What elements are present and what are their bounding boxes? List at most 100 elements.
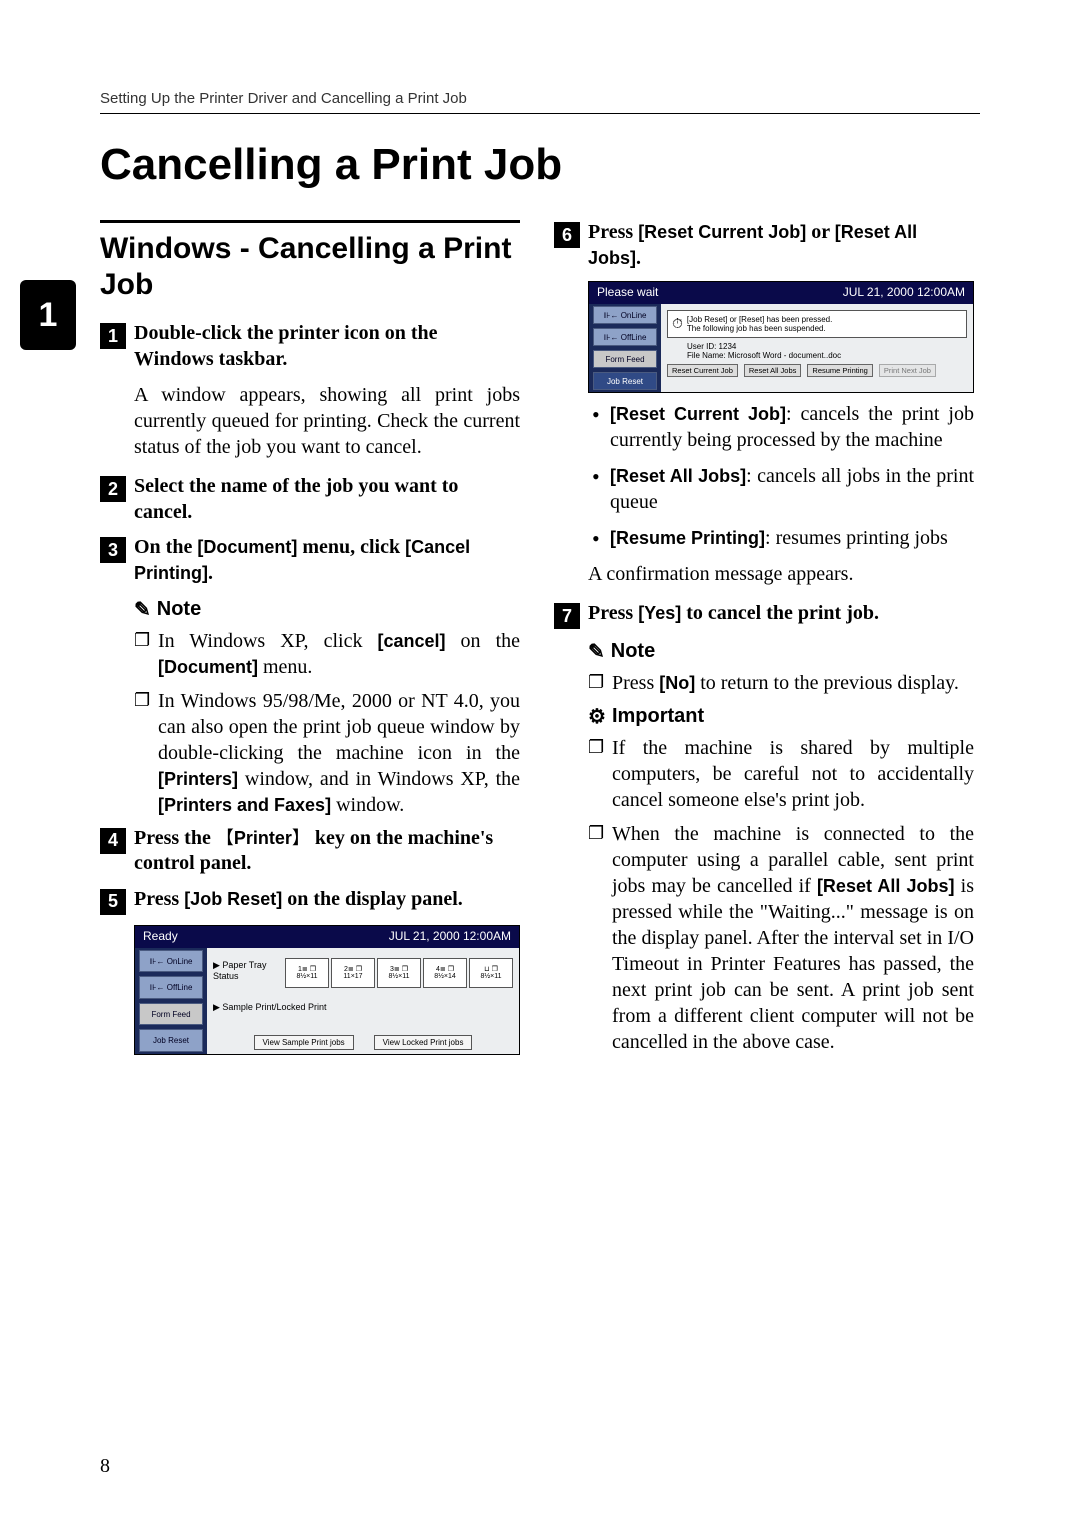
text: is pressed while the "Waiting..." messag… xyxy=(612,875,974,1053)
screenshot-print-next: Print Next Job xyxy=(879,364,936,377)
text: 8½×14 xyxy=(434,973,456,980)
page-number: 8 xyxy=(100,1455,110,1478)
screenshot-trays: 1≣ ❐8½×11 2≣ ❐11×17 3≣ ❐8½×11 4≣ ❐8½×14 … xyxy=(285,958,513,988)
ui-resume-printing: [Resume Printing] xyxy=(610,528,765,548)
ui-cancel: [cancel] xyxy=(377,631,445,651)
ui-reset-all: [Reset All Jobs] xyxy=(610,466,746,486)
ui-reset-current: [Reset Current Job] xyxy=(638,222,806,242)
step-6: 6 Press [Reset Current Job] or [Reset Al… xyxy=(554,220,974,271)
step-number-icon: 2 xyxy=(100,476,126,502)
important-heading: Important xyxy=(588,704,974,729)
ui-no: [No] xyxy=(659,673,695,693)
section-rule xyxy=(100,220,520,223)
ui-job-reset: [Job Reset] xyxy=(184,889,282,909)
screenshot-btn-jobreset: Job Reset xyxy=(139,1029,203,1052)
screenshot-view-sample: View Sample Print jobs xyxy=(254,1035,354,1050)
step-2: 2 Select the name of the job you want to… xyxy=(100,474,520,525)
pencil-icon xyxy=(134,597,151,622)
screenshot-body: ⊪← OnLine ⊪← OffLine Form Feed Job Reset… xyxy=(589,304,973,392)
screenshot-btn-offline: ⊪← OffLine xyxy=(139,976,203,999)
alert-icon: ⏱ xyxy=(672,315,683,332)
text: : resumes printing jobs xyxy=(765,527,948,549)
text: 8½×11 xyxy=(388,973,409,980)
step-4: 4 Press the 【Printer】 key on the machine… xyxy=(100,826,520,877)
step-5: 5 Press [Job Reset] on the display panel… xyxy=(100,887,520,915)
note-list: In Windows XP, click [cancel] on the [Do… xyxy=(134,628,520,818)
screenshot-dialog: ⏱ [Job Reset] or [Reset] has been presse… xyxy=(667,310,967,338)
text: window, and in Windows XP, the xyxy=(238,768,520,790)
step-number-icon: 5 xyxy=(100,889,126,915)
text: or xyxy=(806,221,835,243)
text: Press xyxy=(612,672,659,694)
screenshot-btn-online: ⊪← OnLine xyxy=(139,950,203,973)
text: 2≣ ❐ xyxy=(344,965,362,973)
bullet-resume: [Resume Printing]: resumes printing jobs xyxy=(588,525,974,551)
key-printer: Printer xyxy=(234,828,292,848)
tray-4: 4≣ ❐8½×14 xyxy=(423,958,467,988)
note-heading: Note xyxy=(134,597,520,622)
step-7: 7 Press [Yes] to cancel the print job. xyxy=(554,601,974,629)
tray-bypass: ⊔ ❐8½×11 xyxy=(469,958,513,988)
note-item-2: In Windows 95/98/Me, 2000 or NT 4.0, you… xyxy=(134,688,520,818)
text: on the display panel. xyxy=(282,888,463,910)
text: . xyxy=(636,247,641,269)
reset-options-list: [Reset Current Job]: cancels the print j… xyxy=(588,401,974,551)
screenshot-reset-all: Reset All Jobs xyxy=(744,364,802,377)
page-title: Cancelling a Print Job xyxy=(100,140,980,190)
right-column: 6 Press [Reset Current Job] or [Reset Al… xyxy=(554,220,974,1063)
key-bracket-close: 】 xyxy=(292,828,310,848)
screenshot-btn-offline: ⊪← OffLine xyxy=(593,328,657,346)
screenshot-btn-formfeed: Form Feed xyxy=(593,350,657,368)
text: Press xyxy=(134,888,184,910)
screenshot-btn-jobreset: Job Reset xyxy=(593,372,657,390)
step-4-heading: Press the 【Printer】 key on the machine's… xyxy=(134,826,520,877)
screenshot-reset-current: Reset Current Job xyxy=(667,364,738,377)
step-number-icon: 1 xyxy=(100,323,126,349)
screenshot-btn-online: ⊪← OnLine xyxy=(593,306,657,324)
bullet-reset-all: [Reset All Jobs]: cancels all jobs in th… xyxy=(588,463,974,515)
display-panel-screenshot-wait: Please wait JUL 21, 2000 12:00AM ⊪← OnLi… xyxy=(588,281,974,393)
screenshot-user: User ID: 1234 xyxy=(687,342,967,351)
section-title-windows: Windows - Cancelling a Print Job xyxy=(100,231,520,303)
important-list: If the machine is shared by multiple com… xyxy=(588,735,974,1055)
tray-1: 1≣ ❐8½×11 xyxy=(285,958,329,988)
text: . xyxy=(208,562,213,584)
screenshot-status: Please wait xyxy=(597,285,658,301)
step-7-heading: Press [Yes] to cancel the print job. xyxy=(588,601,974,627)
text: to cancel the print job. xyxy=(681,602,879,624)
dlg-line2: The following job has been suspended. xyxy=(687,324,832,333)
text: In Windows 95/98/Me, 2000 or NT 4.0, you… xyxy=(158,690,520,764)
text: to return to the previous display. xyxy=(695,672,959,694)
screenshot-paper-label: ▶ Paper Tray Status 1≣ ❐8½×11 2≣ ❐11×17 … xyxy=(213,954,513,988)
text: Press xyxy=(588,602,638,624)
text: On the xyxy=(134,536,197,558)
left-column: Windows - Cancelling a Print Job 1 Doubl… xyxy=(100,220,520,1063)
note-list-right: Press [No] to return to the previous dis… xyxy=(588,670,974,696)
ui-document: [Document] xyxy=(158,657,258,677)
note-label: Note xyxy=(611,640,655,663)
ui-reset-all: [Reset All Jobs] xyxy=(817,876,955,896)
step-1-heading: Double-click the printer icon on the Win… xyxy=(134,321,520,372)
side-tab: 1 xyxy=(20,280,76,350)
screenshot-view-locked: View Locked Print jobs xyxy=(374,1035,473,1050)
text: menu, click xyxy=(297,536,405,558)
screenshot-date: JUL 21, 2000 12:00AM xyxy=(843,285,965,301)
screenshot-body: ⊪← OnLine ⊪← OffLine Form Feed Job Reset… xyxy=(135,948,519,1054)
step-1: 1 Double-click the printer icon on the W… xyxy=(100,321,520,372)
text: 11×17 xyxy=(343,973,362,980)
ui-printers: [Printers] xyxy=(158,769,238,789)
text: Press xyxy=(588,221,638,243)
screenshot-sample-label: ▶ Sample Print/Locked Print xyxy=(213,1002,513,1013)
screenshot-btn-formfeed: Form Feed xyxy=(139,1003,203,1026)
ui-reset-current: [Reset Current Job] xyxy=(610,404,786,424)
step-number-icon: 4 xyxy=(100,828,126,854)
step-1-para: A window appears, showing all print jobs… xyxy=(134,382,520,460)
screenshot-sidebar: ⊪← OnLine ⊪← OffLine Form Feed Job Reset xyxy=(135,948,207,1054)
step-number-icon: 7 xyxy=(554,603,580,629)
text: menu. xyxy=(258,656,312,678)
text: window. xyxy=(331,794,404,816)
step-number-icon: 6 xyxy=(554,222,580,248)
important-item-2: When the machine is connected to the com… xyxy=(588,821,974,1055)
ui-yes: [Yes] xyxy=(638,603,681,623)
screenshot-topbar: Ready JUL 21, 2000 12:00AM xyxy=(135,926,519,948)
